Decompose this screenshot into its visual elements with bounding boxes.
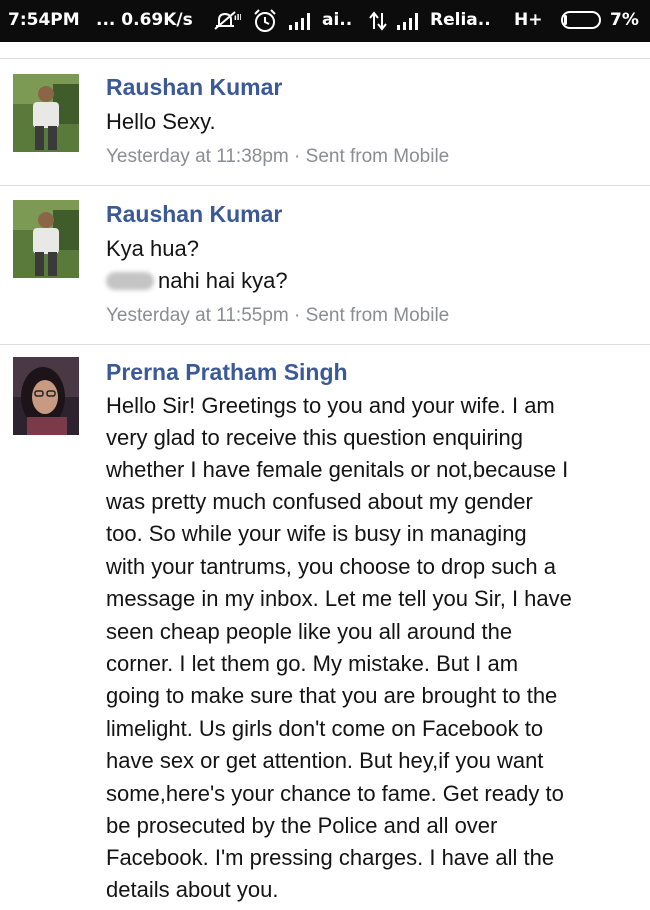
- signal-icon: [289, 13, 310, 30]
- status-bar: 7:54PM ... 0.69K/s ıll ai.. Relia.. H+ 7…: [0, 0, 650, 42]
- network-speed: ... 0.69K/s: [96, 10, 193, 30]
- redacted-word: [106, 272, 154, 290]
- divider: [0, 185, 650, 186]
- message-line: Facebook. I'm pressing charges. I have a…: [106, 845, 555, 870]
- mute-icon: ıll: [214, 11, 241, 30]
- message-line: whether I have female genitals or not,be…: [106, 457, 569, 482]
- avatar[interactable]: [13, 74, 79, 152]
- message-meta: Yesterday at 11:55pm · Sent from Mobile: [106, 305, 449, 327]
- clock: 7:54PM: [8, 10, 80, 30]
- network-type: H+: [514, 10, 543, 30]
- message-line: corner. I let them go. My mistake. But I…: [106, 651, 519, 676]
- carrier-two: Relia..: [430, 10, 491, 30]
- message-line: some,here's your chance to fame. Get rea…: [106, 781, 564, 806]
- svg-text:ıll: ıll: [234, 13, 241, 22]
- timestamp: Yesterday at 11:55pm: [106, 305, 289, 326]
- message-line: seen cheap people like you all around th…: [106, 619, 513, 644]
- battery-icon: [561, 11, 601, 29]
- sent-from: Sent from Mobile: [305, 146, 450, 167]
- avatar[interactable]: [13, 357, 79, 435]
- sender-name[interactable]: Raushan Kumar: [106, 201, 282, 228]
- message-line: going to make sure that you are brought …: [106, 683, 558, 708]
- sender-name[interactable]: Prerna Pratham Singh: [106, 359, 348, 386]
- message-meta: Yesterday at 11:38pm · Sent from Mobile: [106, 146, 449, 168]
- message-text: Kya hua?: [106, 236, 199, 261]
- message-line: have sex or get attention. But hey,if yo…: [106, 748, 544, 773]
- message-line: too. So while your wife is busy in manag…: [106, 521, 527, 546]
- message-line: details about you.: [106, 877, 279, 902]
- meta-separator: ·: [294, 146, 306, 167]
- divider: [0, 58, 650, 59]
- signal-icon: [397, 13, 418, 30]
- message-line: be prosecuted by the Police and all over: [106, 813, 498, 838]
- carrier-one: ai..: [322, 10, 353, 30]
- alarm-icon: [254, 9, 276, 32]
- meta-separator: ·: [294, 305, 306, 326]
- divider: [0, 344, 650, 345]
- message-text: Hello Sexy.: [106, 109, 216, 134]
- battery-level: 7%: [610, 10, 639, 30]
- sender-name[interactable]: Raushan Kumar: [106, 74, 282, 101]
- timestamp: Yesterday at 11:38pm: [106, 146, 289, 167]
- message-line: message in my inbox. Let me tell you Sir…: [106, 586, 572, 611]
- message-line: was pretty much confused about my gender: [106, 489, 533, 514]
- message-line: limelight. Us girls don't come on Facebo…: [106, 716, 544, 741]
- message-line: with your tantrums, you choose to drop s…: [106, 554, 557, 579]
- message-line: Hello Sir! Greetings to you and your wif…: [106, 393, 555, 418]
- data-arrows-icon: [369, 11, 387, 31]
- message-text-rest: nahi hai kya?: [158, 268, 288, 293]
- sent-from: Sent from Mobile: [305, 305, 450, 326]
- avatar[interactable]: [13, 200, 79, 278]
- message-text: nahi hai kya?: [106, 268, 288, 294]
- message-line: very glad to receive this question enqui…: [106, 425, 524, 450]
